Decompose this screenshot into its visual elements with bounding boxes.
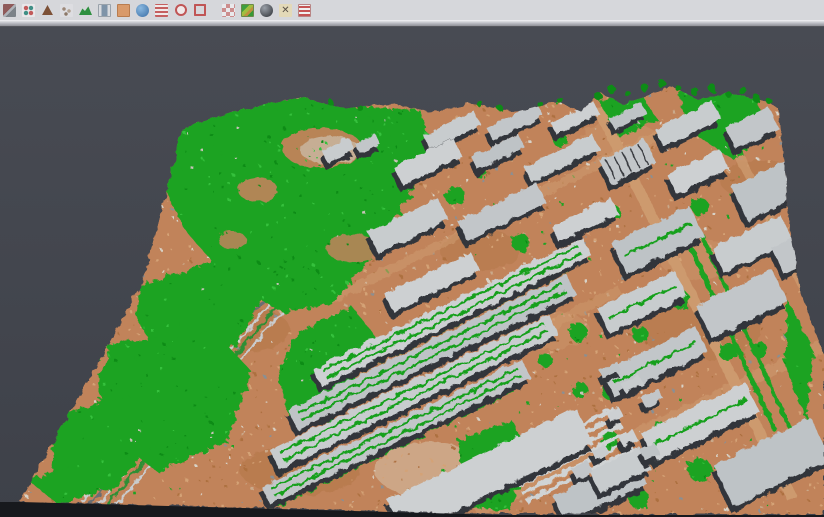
grid-check-icon[interactable] — [221, 3, 236, 18]
profile-section-icon[interactable] — [97, 3, 112, 18]
scene-canvas[interactable] — [0, 27, 824, 517]
target-circle-icon[interactable] — [173, 3, 188, 18]
dtm-hill-icon[interactable] — [78, 3, 93, 18]
contour-lines-icon[interactable] — [154, 3, 169, 18]
point-cloud-icon[interactable] — [59, 3, 74, 18]
transform-cross-icon[interactable] — [278, 3, 293, 18]
classify-split-icon[interactable] — [2, 3, 17, 18]
toolbar-divider — [0, 20, 824, 27]
viewport-3d[interactable] — [0, 27, 824, 517]
class-colors-icon[interactable] — [21, 3, 36, 18]
flag-stripes-icon[interactable] — [297, 3, 312, 18]
globe-icon[interactable] — [135, 3, 150, 18]
application-window: { "toolbar": { "background": "#d6d7db", … — [0, 0, 824, 517]
crop-region-icon[interactable] — [192, 3, 207, 18]
terrain-mesh — [15, 80, 824, 517]
sphere-render-icon[interactable] — [259, 3, 274, 18]
terrain-mountain-icon[interactable] — [40, 3, 55, 18]
ortho-tile-icon[interactable] — [116, 3, 131, 18]
toolbar — [0, 0, 824, 20]
classified-map-icon[interactable] — [240, 3, 255, 18]
